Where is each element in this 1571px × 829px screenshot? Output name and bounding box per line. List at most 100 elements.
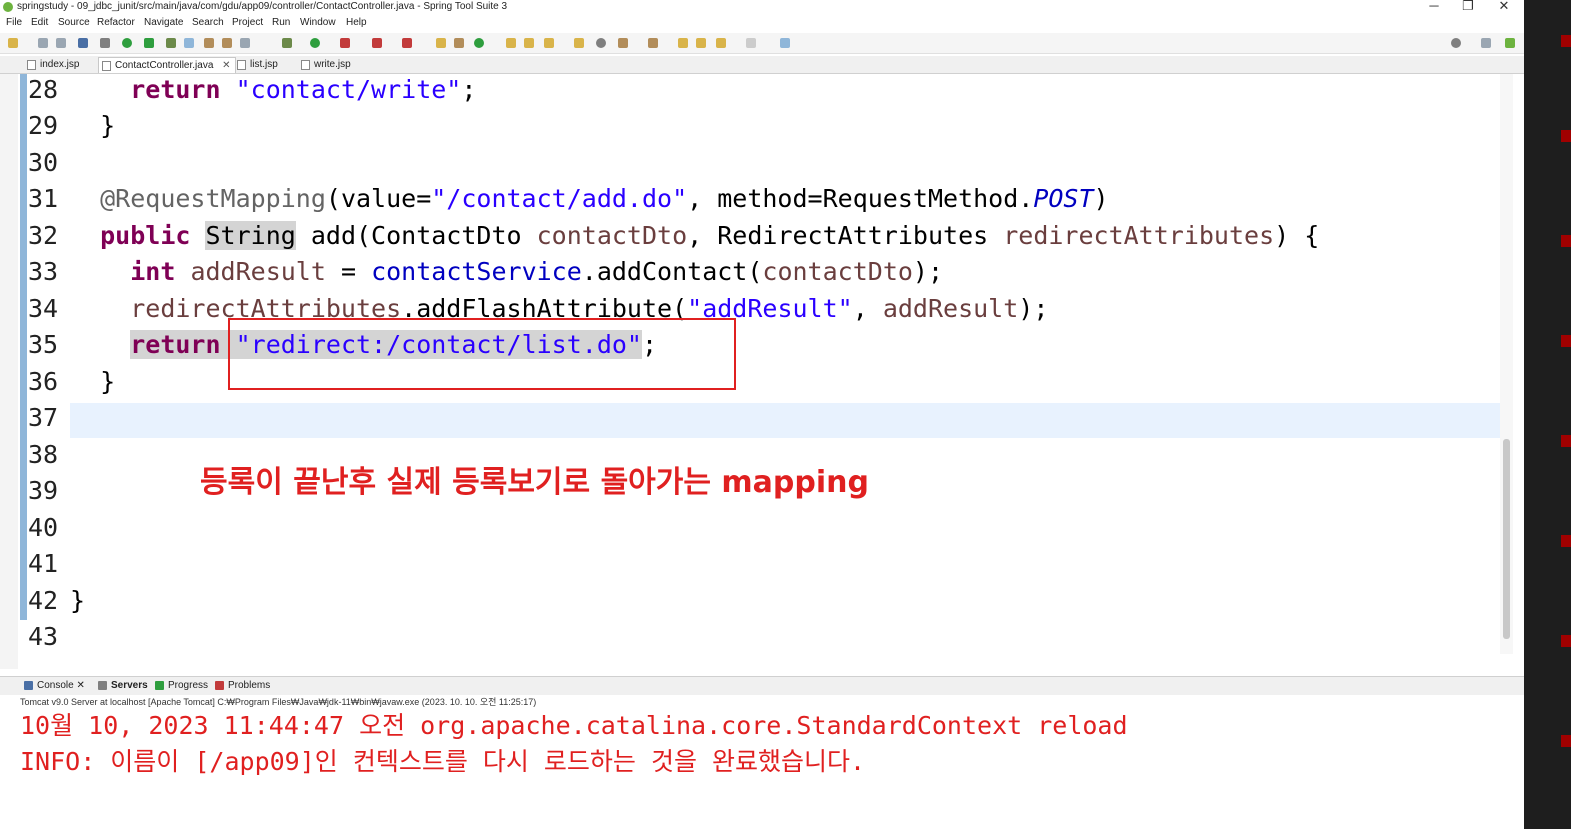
word-wrap-icon[interactable] (222, 38, 232, 48)
terminal-icon[interactable] (78, 38, 88, 48)
previous-annotation-icon[interactable] (648, 38, 658, 48)
menu-file[interactable]: File (6, 17, 22, 28)
vertical-scrollbar[interactable] (1500, 74, 1513, 654)
tab-console[interactable]: Console ✕ (24, 680, 85, 691)
menu-edit[interactable]: Edit (31, 17, 48, 28)
menu-window[interactable]: Window (300, 17, 336, 28)
servers-icon (98, 681, 107, 690)
globe-icon[interactable] (596, 38, 606, 48)
tab-list-jsp[interactable]: list.jsp (234, 57, 278, 72)
line-number: 33 (28, 257, 59, 286)
code-editor[interactable]: 28 29 30 31 32 33 34 35 36 37 38 39 40 4… (0, 74, 1513, 669)
tab-servers[interactable]: Servers (98, 680, 148, 691)
tab-write-jsp[interactable]: write.jsp (298, 57, 351, 72)
tab-label: write.jsp (314, 59, 351, 70)
line-number: 28 (28, 75, 59, 104)
open-resource-icon[interactable] (524, 38, 534, 48)
code-token: @RequestMapping (100, 184, 326, 213)
code-line-32: public String add(ContactDto contactDto,… (70, 218, 1319, 254)
pin-editor-icon[interactable] (780, 38, 790, 48)
menu-bar: File Edit Source Refactor Navigate Searc… (0, 15, 1524, 32)
server-stop-icon[interactable] (402, 38, 412, 48)
tab-index-jsp[interactable]: index.jsp (24, 57, 79, 72)
new-class-icon[interactable] (474, 38, 484, 48)
marker-icon (1561, 435, 1571, 447)
spring-perspective-icon[interactable] (1505, 38, 1515, 48)
spring-boot-icon[interactable] (122, 38, 132, 48)
close-tab-icon[interactable]: ✕ (76, 680, 84, 691)
save-all-icon[interactable] (56, 38, 66, 48)
mark-occurrences-icon[interactable] (184, 38, 194, 48)
menu-navigate[interactable]: Navigate (144, 17, 183, 28)
close-tab-icon[interactable]: ✕ (222, 60, 230, 71)
tab-contact-controller[interactable]: ContactController.java ✕ (98, 57, 236, 73)
code-token: (value= (325, 184, 432, 213)
new-icon[interactable] (8, 38, 18, 48)
console-process-description: Tomcat v9.0 Server at localhost [Apache … (20, 697, 537, 707)
code-token: addResult (190, 257, 326, 286)
main-toolbar (0, 33, 1524, 54)
menu-project[interactable]: Project (232, 17, 263, 28)
minimize-button[interactable]: ─ (1419, 0, 1449, 14)
run-icon[interactable] (310, 38, 320, 48)
menu-search[interactable]: Search (192, 17, 224, 28)
menu-help[interactable]: Help (346, 17, 367, 28)
tab-label: Console (37, 680, 74, 691)
forward-icon[interactable] (716, 38, 726, 48)
back-icon[interactable] (696, 38, 706, 48)
menu-run[interactable]: Run (272, 17, 290, 28)
console-icon (24, 681, 33, 690)
refresh-icon[interactable] (144, 38, 154, 48)
code-token: POST (1033, 184, 1094, 213)
search-icon[interactable] (1451, 38, 1461, 48)
code-token: String (205, 221, 296, 250)
run-external-icon[interactable] (340, 38, 350, 48)
marker-icon (1561, 535, 1571, 547)
tab-progress[interactable]: Progress (155, 680, 208, 691)
skip-breakpoints-icon[interactable] (100, 38, 110, 48)
task-icon[interactable] (574, 38, 584, 48)
stop-icon[interactable] (372, 38, 382, 48)
debug-icon[interactable] (282, 38, 292, 48)
line-number: 29 (28, 111, 59, 140)
code-token: return (130, 75, 221, 104)
open-folder-icon[interactable] (506, 38, 516, 48)
code-token: , method=RequestMethod. (687, 184, 1034, 213)
block-selection-icon[interactable] (204, 38, 214, 48)
tab-label: ContactController.java (115, 60, 214, 71)
marker-icon (1561, 130, 1571, 142)
last-edit-icon[interactable] (678, 38, 688, 48)
scroll-thumb[interactable] (1503, 439, 1510, 639)
change-indicator-bar (20, 74, 27, 620)
code-token: contactService (371, 257, 582, 286)
console-output[interactable]: 10월 10, 2023 11:44:47 오전 org.apache.cata… (0, 708, 1513, 829)
save-icon[interactable] (38, 38, 48, 48)
code-token: ; (461, 75, 477, 104)
menu-refactor[interactable]: Refactor (97, 17, 135, 28)
new-server-icon[interactable] (436, 38, 446, 48)
package-icon[interactable] (454, 38, 464, 48)
forward-disabled-icon[interactable] (746, 38, 756, 48)
tab-label: Problems (228, 680, 271, 691)
restore-button[interactable]: ❐ (1453, 0, 1483, 14)
close-button[interactable]: ✕ (1489, 0, 1519, 14)
line-number: 43 (28, 622, 59, 651)
whitespace-icon[interactable] (240, 38, 250, 48)
code-token: ); (1018, 294, 1049, 323)
marker-icon (1561, 735, 1571, 747)
next-annotation-icon[interactable] (618, 38, 628, 48)
tab-label: Progress (168, 680, 209, 691)
tab-label: Servers (111, 680, 148, 691)
tab-problems[interactable]: Problems (215, 680, 270, 691)
code-token: } (100, 111, 116, 140)
open-type-icon[interactable] (166, 38, 176, 48)
jsp-file-icon (27, 60, 36, 70)
edit-icon[interactable] (544, 38, 554, 48)
code-token: ); (912, 257, 944, 286)
open-perspective-icon[interactable] (1481, 38, 1491, 48)
menu-source[interactable]: Source (58, 17, 90, 28)
code-token: ) { (1274, 221, 1320, 250)
progress-icon (155, 681, 164, 690)
code-line-42: } (70, 583, 85, 619)
code-token: , (852, 294, 883, 323)
